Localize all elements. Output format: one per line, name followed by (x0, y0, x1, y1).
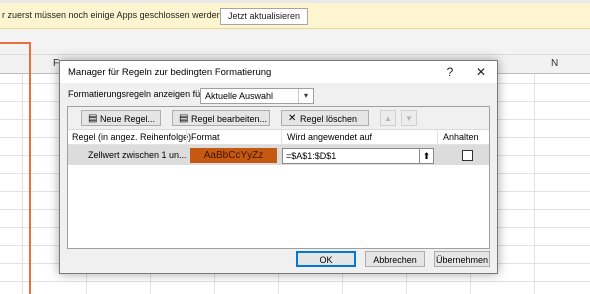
edit-rule-button[interactable]: ▤ Regel bearbeiten... (172, 110, 270, 126)
apply-button[interactable]: Übernehmen (434, 251, 490, 267)
new-document-icon: ▤ (88, 113, 98, 124)
show-rules-label: Formatierungsregeln anzeigen für: (68, 89, 206, 99)
edit-rule-label: Regel bearbeiten... (191, 114, 268, 124)
cancel-button[interactable]: Abbrechen (365, 251, 425, 267)
dialog-titlebar: Manager für Regeln zur bedingten Formati… (60, 61, 497, 83)
rules-table-header: Regel (in angez. Reihenfolge) Format Wir… (68, 130, 489, 145)
rule-description: Zellwert zwischen 1 un... (88, 150, 187, 160)
selection-border (0, 42, 30, 44)
move-up-button[interactable]: ▲ (380, 110, 396, 126)
delete-rule-label: Regel löschen (300, 114, 358, 124)
help-button[interactable]: ? (441, 64, 459, 80)
edit-icon: ▤ (179, 113, 189, 124)
move-down-button[interactable]: ▼ (401, 110, 417, 126)
column-divider (186, 130, 187, 144)
arrow-up-icon: ▲ (384, 114, 392, 123)
update-infobar: r zuerst müssen noch einige Apps geschlo… (0, 3, 590, 29)
conditional-format-rules-manager: Manager für Regeln zur bedingten Formati… (59, 60, 498, 274)
header-format: Format (191, 132, 220, 142)
rules-panel: ▤ Neue Regel... ▤ Regel bearbeiten... ✕ … (67, 106, 490, 249)
delete-icon: ✕ (288, 113, 297, 124)
range-picker-icon[interactable]: ⬆ (419, 149, 433, 163)
arrow-down-icon: ▼ (405, 114, 413, 123)
new-rule-label: Neue Regel... (100, 114, 156, 124)
column-divider (437, 130, 438, 144)
header-stop-if-true: Anhalten (443, 132, 479, 142)
show-rules-dropdown[interactable]: Aktuelle Auswahl ▾ (200, 88, 314, 104)
column-header-n[interactable]: N (551, 58, 558, 69)
rule-row[interactable]: Zellwert zwischen 1 un... AaBbCcYyZz =$A… (68, 145, 489, 165)
header-rule: Regel (in angez. Reihenfolge) (72, 132, 192, 142)
ok-button[interactable]: OK (296, 251, 356, 267)
column-divider (281, 130, 282, 144)
chevron-down-icon[interactable]: ▾ (298, 89, 313, 103)
dialog-title: Manager für Regeln zur bedingten Formati… (68, 67, 272, 78)
show-rules-value: Aktuelle Auswahl (205, 91, 274, 101)
applies-to-input[interactable]: =$A$1:$D$1 ⬆ (282, 148, 434, 164)
delete-rule-button[interactable]: ✕ Regel löschen (281, 110, 369, 126)
header-applies-to: Wird angewendet auf (287, 132, 373, 142)
close-button[interactable]: ✕ (472, 64, 490, 80)
format-preview: AaBbCcYyZz (190, 148, 277, 163)
stop-if-true-checkbox[interactable] (462, 150, 473, 161)
update-now-button[interactable]: Jetzt aktualisieren (220, 8, 308, 25)
infobar-message: r zuerst müssen noch einige Apps geschlo… (2, 10, 225, 20)
formula-bar-area (0, 29, 590, 55)
selection-border (29, 42, 31, 294)
applies-to-value: =$A$1:$D$1 (286, 151, 337, 161)
rules-toolbar: ▤ Neue Regel... ▤ Regel bearbeiten... ✕ … (68, 107, 489, 130)
new-rule-button[interactable]: ▤ Neue Regel... (81, 110, 161, 126)
